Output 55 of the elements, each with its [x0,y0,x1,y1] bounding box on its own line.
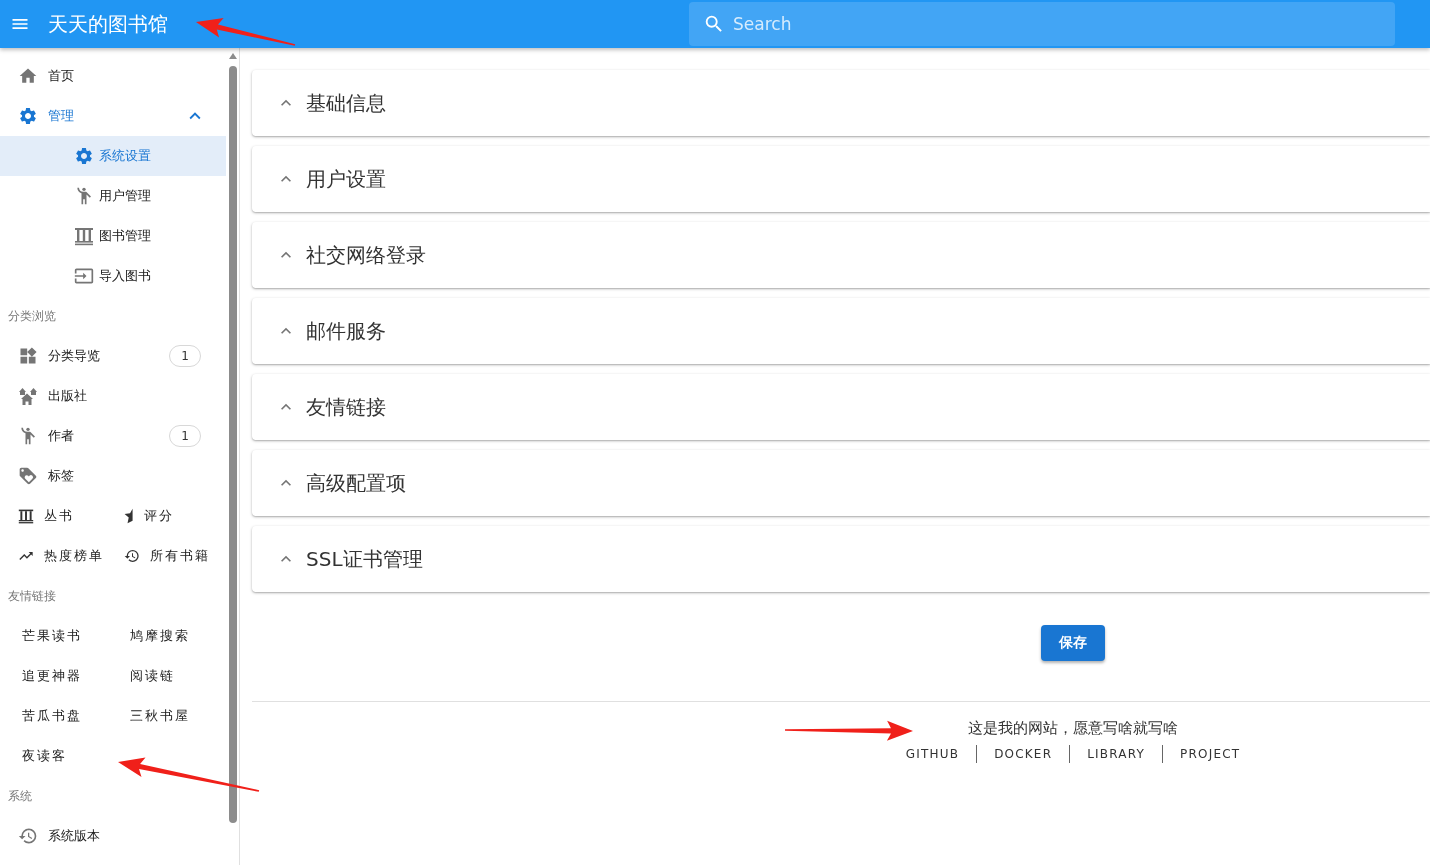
widgets-icon [18,346,38,366]
home-icon [18,66,38,86]
footer-link[interactable]: GITHUB [905,743,960,765]
nav-item[interactable]: 首页 [0,56,226,96]
nav-item[interactable]: 导入图书 [0,256,226,296]
nav-item[interactable]: 出版社 [0,376,226,416]
footer-link[interactable]: DOCKER [994,743,1053,765]
nav-item[interactable]: 系统设置 [0,136,226,176]
half-star-icon [124,508,134,524]
accordion-panel[interactable]: 用户设置 [252,146,1430,212]
search-field[interactable]: Search [689,2,1395,46]
shelf-icon [74,226,94,246]
app-title: 天天的图书馆 [48,10,168,38]
nav-item[interactable]: 图书管理 [0,216,226,256]
history-icon [124,548,140,564]
section-heading: 系统 [8,787,32,805]
accordion-panel[interactable]: 基础信息 [252,70,1430,136]
nav-item[interactable]: 丛书 [18,496,124,536]
import-icon [74,266,94,286]
shelf-icon [18,508,34,524]
friend-link[interactable]: 苦瓜书盘 [22,707,82,725]
footer-link[interactable]: PROJECT [1180,743,1241,765]
search-icon [703,13,725,35]
nav-item[interactable]: 系统版本 [0,816,226,856]
accordion-panel[interactable]: 邮件服务 [252,298,1430,364]
accordion-panel[interactable]: 友情链接 [252,374,1430,440]
houses-icon [18,386,38,406]
footer-text: 这是我的网站，愿意写啥就写啥 [968,718,1178,739]
history-icon [18,826,38,846]
accordion-panel[interactable]: 社交网络登录 [252,222,1430,288]
nav-item[interactable]: 分类导览 1 [0,336,226,376]
nav-item[interactable]: 用户管理 [0,176,226,216]
nav-item[interactable]: 作者 1 [0,416,226,456]
section-heading: 分类浏览 [8,307,56,325]
friend-link[interactable]: 鸠摩搜索 [130,627,190,645]
accordion-panel[interactable]: 高级配置项 [252,450,1430,516]
section-heading: 友情链接 [8,587,56,605]
friend-link[interactable]: 追更神器 [22,667,82,685]
nav-item[interactable]: 管理 [0,96,226,136]
nav-item[interactable]: 评分 [124,496,226,536]
settings-icon [18,106,38,126]
accordion-panel[interactable]: SSL证书管理 [252,526,1430,592]
friend-link[interactable]: 夜读客 [22,747,67,765]
nav-item[interactable]: 标签 [0,456,226,496]
friend-link[interactable]: 三秋书屋 [130,707,190,725]
nav-item[interactable]: 热度榜单 [18,536,124,576]
friend-link[interactable]: 芒果读书 [22,627,82,645]
settings-icon [74,146,94,166]
nav-item[interactable]: 所有书籍 [124,536,226,576]
friend-link[interactable]: 阅读链 [130,667,175,685]
tag-icon [18,466,38,486]
waving-person-icon [74,186,94,206]
waving-person-icon [18,426,38,446]
save-button[interactable]: 保存 [1041,625,1105,661]
footer-link[interactable]: LIBRARY [1087,743,1146,765]
